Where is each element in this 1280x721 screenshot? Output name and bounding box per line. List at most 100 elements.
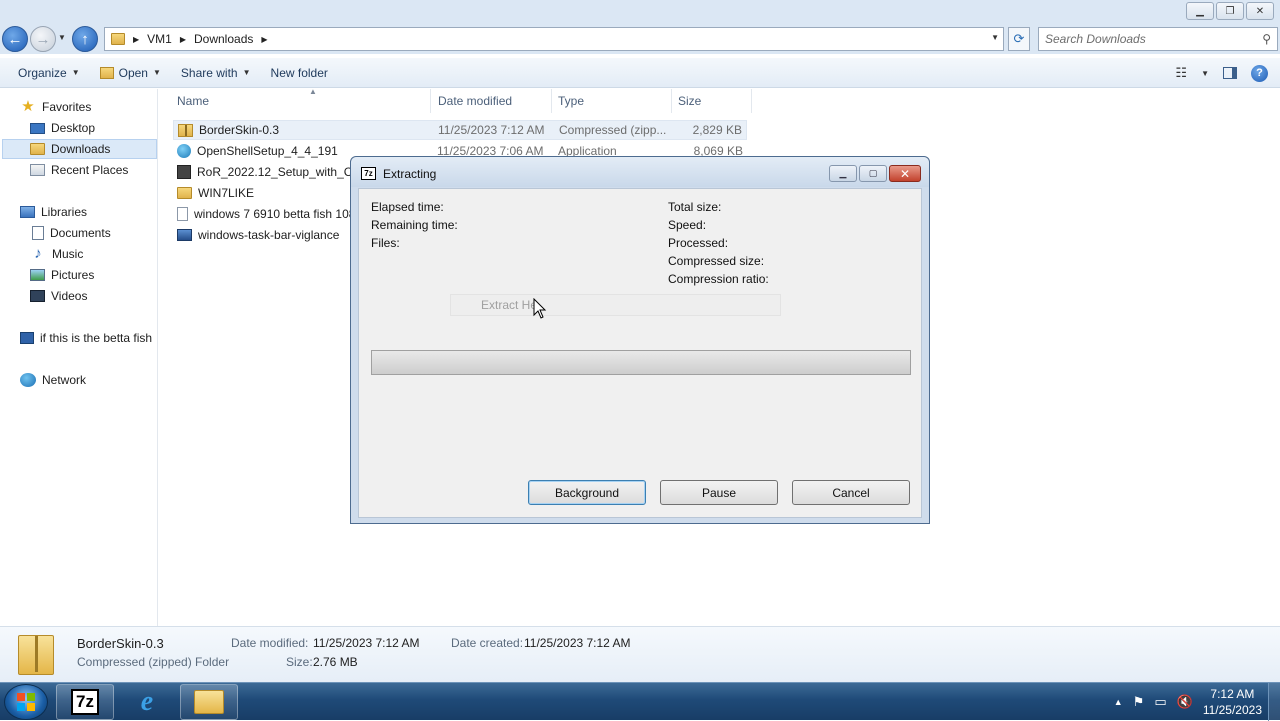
7zip-icon: 7z [361,167,376,180]
total-size-label: Total size: [668,200,722,214]
nav-network[interactable]: Network [20,370,86,390]
forward-button[interactable]: → [30,26,56,52]
address-dropdown-icon[interactable]: ▼ [991,33,999,42]
nav-label: Music [52,247,84,261]
views-icon[interactable]: ☷ [1175,65,1187,81]
breadcrumb-arrow-icon[interactable]: ▶ [261,35,267,44]
dialog-minimize-button[interactable]: ▁ [829,165,857,182]
taskbar-internet-explorer[interactable]: e [118,684,176,720]
file-size: 2,829 KB [692,123,742,137]
network-tray-icon[interactable]: ▭ [1154,694,1166,710]
details-size: 2.76 MB [313,655,358,669]
nav-label: Desktop [51,121,96,135]
taskbar-7zip[interactable]: 7z [56,684,114,720]
7zip-icon: 7z [71,689,99,715]
taskbar-explorer[interactable] [180,684,238,720]
nav-music[interactable]: ♪ Music [30,244,83,264]
nav-desktop[interactable]: Desktop [30,118,95,138]
maximize-button[interactable]: ❐ [1216,2,1244,20]
file-type: Compressed (zipp... [559,123,667,137]
show-desktop-button[interactable] [1268,683,1280,721]
nav-videos[interactable]: Videos [30,286,87,306]
up-button[interactable]: ↑ [72,26,98,52]
help-icon[interactable]: ? [1251,64,1268,82]
search-icon[interactable]: ⚲ [1262,32,1271,46]
nav-recent-places[interactable]: Recent Places [30,160,128,180]
nav-label: Recent Places [51,163,129,177]
preview-pane-icon[interactable] [1223,67,1237,79]
chevron-down-icon: ▼ [71,68,80,77]
breadcrumb-arrow-icon[interactable]: ▶ [180,35,186,44]
clock-date: 11/25/2023 [1202,703,1262,717]
breadcrumb-downloads[interactable]: Downloads [194,32,253,46]
close-button[interactable]: ✕ [1246,2,1274,20]
recent-pages-dropdown-icon[interactable]: ▼ [58,33,66,42]
address-bar[interactable]: ▶ VM1 ▶ Downloads ▶ ▼ [104,27,1004,51]
dialog-close-button[interactable]: ✕ [889,165,921,182]
nav-libraries[interactable]: Libraries [20,202,87,222]
dialog-title: Extracting [383,167,437,181]
file-date: 11/25/2023 7:12 AM [438,123,545,137]
folder-icon [194,690,224,714]
start-button[interactable] [4,684,48,720]
explorer-titlebar: ▁ ❐ ✕ [0,0,1280,24]
system-tray: ▲ ⚑ ▭ 🔇 7:12 AM 11/25/2023 [1114,683,1280,721]
nav-downloads[interactable]: Downloads [2,139,157,159]
column-label: Name [177,94,210,108]
organize-label: Organize [18,65,67,80]
minimize-button[interactable]: ▁ [1186,2,1214,20]
mouse-cursor-icon [533,298,547,319]
pause-button[interactable]: Pause [660,480,778,505]
breadcrumb-arrow-icon[interactable]: ▶ [133,35,139,44]
extraction-progress-bar [371,350,911,375]
dialog-body: Elapsed time: Remaining time: Files: Tot… [358,188,922,518]
details-date-modified: 11/25/2023 7:12 AM [313,636,420,650]
downloads-folder-icon [30,143,45,155]
column-header-size[interactable]: Size [672,89,752,113]
computer-icon [20,332,34,344]
organize-menu[interactable]: Organize ▼ [0,58,90,88]
cancel-button[interactable]: Cancel [792,480,910,505]
open-menu[interactable]: Open ▼ [90,58,171,88]
show-hidden-icons-icon[interactable]: ▲ [1114,697,1123,707]
speed-label: Speed: [668,218,707,232]
volume-muted-icon[interactable]: 🔇 [1177,694,1193,710]
taskbar: 7z e ▲ ⚑ ▭ 🔇 7:12 AM 11/25/2023 [0,682,1280,721]
back-button[interactable]: ← [2,26,28,52]
remaining-time-label: Remaining time: [371,218,458,232]
star-icon: ★ [21,98,35,115]
breadcrumb-vm1[interactable]: VM1 [147,32,172,46]
image-icon [177,229,192,241]
exe-icon [177,165,191,179]
nav-label: Network [42,373,87,387]
recent-places-icon [30,164,45,176]
column-header-type[interactable]: Type [552,89,672,113]
file-icon [177,207,188,221]
search-input[interactable]: Search Downloads ⚲ [1038,27,1278,51]
column-header-name[interactable]: Name ▲ [171,87,431,113]
column-header-date[interactable]: Date modified [432,89,552,113]
refresh-button[interactable]: ⟳ [1008,27,1030,51]
compressed-size-label: Compressed size: [668,254,765,268]
file-row-borderskin[interactable]: BorderSkin-0.3 11/25/2023 7:12 AM Compre… [173,120,747,140]
pictures-icon [30,269,45,281]
details-size-label: Size: [286,655,313,669]
share-with-menu[interactable]: Share with ▼ [171,58,261,88]
nav-pictures[interactable]: Pictures [30,265,94,285]
share-with-label: Share with [180,65,238,80]
nav-computer[interactable]: if this is the betta fish [20,328,152,348]
action-center-flag-icon[interactable]: ⚑ [1133,694,1145,710]
nav-favorites[interactable]: ★ Favorites [20,97,91,117]
chevron-down-icon: ▼ [242,68,251,77]
column-label: Size [678,94,702,108]
clock[interactable]: 7:12 AM 11/25/2023 [1203,686,1262,718]
folder-icon [177,187,192,199]
new-folder-button[interactable]: New folder [261,58,338,88]
chevron-down-icon[interactable]: ▼ [1201,69,1209,78]
file-name: OpenShellSetup_4_4_191 [197,144,338,158]
dialog-titlebar[interactable]: 7z Extracting ▁ ▢ ✕ [351,157,929,187]
dialog-maximize-button[interactable]: ▢ [859,165,887,182]
nav-documents[interactable]: Documents [32,223,111,243]
background-button[interactable]: Background [528,480,646,505]
nav-label: Videos [51,289,88,303]
